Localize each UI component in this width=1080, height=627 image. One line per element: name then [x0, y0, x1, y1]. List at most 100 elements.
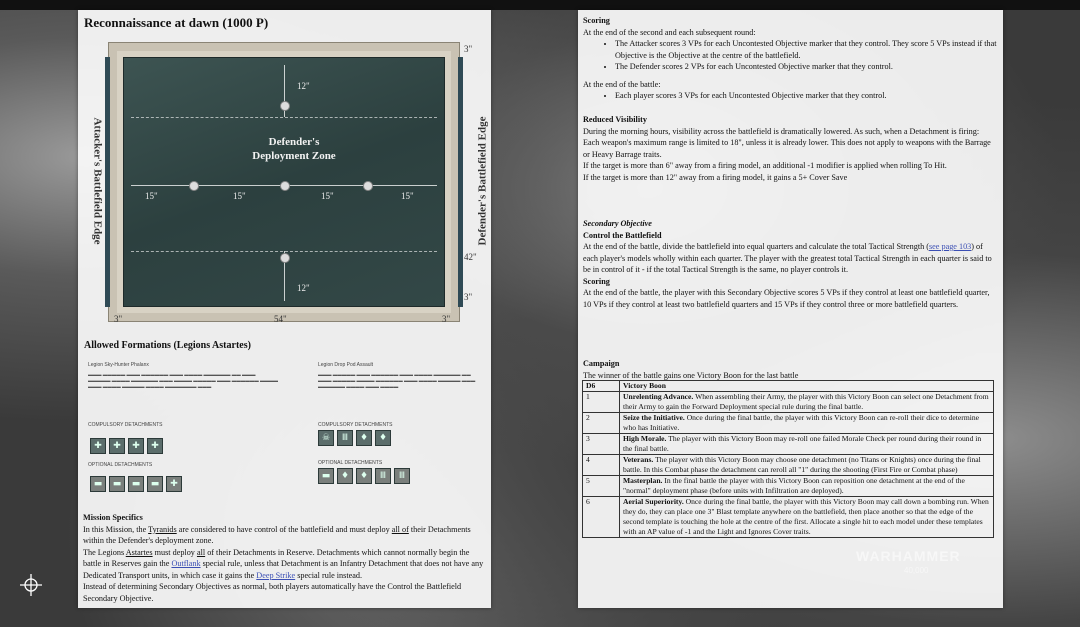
- detachment-icon: ▬: [147, 476, 163, 492]
- detachment-icon: ✚: [147, 438, 163, 454]
- boon-text: Seize the Initiative. Once during the fi…: [619, 412, 994, 434]
- detachment-icon: ♦: [356, 430, 372, 446]
- rv-p1: During the morning hours, visibility acr…: [583, 126, 980, 136]
- boon-roll: 6: [582, 496, 620, 538]
- zone-label-line1: Defender's: [268, 136, 320, 148]
- scoring-bullet-2: The Defender scores 2 VPs for each Uncon…: [615, 61, 998, 73]
- boon-roll: 2: [582, 412, 620, 434]
- dim-h1: 15": [145, 191, 158, 201]
- detachment-icon: Ⅲ: [375, 468, 391, 484]
- deployment-map: 12" 12" 15" 15" 15" 15" Defender's Deplo…: [105, 42, 463, 322]
- formation-1-optional-icons: ▬ ▬ ▬ ▬ ✚: [90, 476, 182, 492]
- detachment-icon: ✚: [90, 438, 106, 454]
- map-dash-top: [131, 117, 437, 118]
- dim-h4: 15": [401, 191, 414, 201]
- scoring-section: Scoring At the end of the second and eac…: [583, 15, 998, 102]
- detachment-icon: Ⅲ: [337, 430, 353, 446]
- formation-2-compulsory-icons: ☠ Ⅲ ♦ ♦: [318, 430, 391, 446]
- formation-2-name: Legion Drop Pod Assault: [318, 362, 374, 368]
- scoring-bullet-1: The Attacker scores 3 VPs for each Uncon…: [615, 38, 998, 61]
- boon-text: Unrelenting Advance. When assembling the…: [619, 391, 994, 413]
- so-scoring: Scoring: [583, 276, 610, 286]
- table-row: 2 Seize the Initiative. Once during the f…: [582, 412, 994, 434]
- objective-marker: [189, 181, 199, 191]
- dim-h2: 15": [233, 191, 246, 201]
- detachment-icon: ✚: [166, 476, 182, 492]
- mission-paragraph-2: The Legions Astartes must deploy all of …: [83, 547, 484, 580]
- deep-strike-link[interactable]: Deep Strike: [256, 571, 295, 580]
- table-row: 5 Masterplan. In the final battle the pla…: [582, 475, 994, 497]
- objective-marker: [280, 101, 290, 111]
- table-row: 4 Veterans. The player with this Victory …: [582, 454, 994, 476]
- so-title: Secondary Objective: [583, 219, 652, 228]
- scoring-title: Scoring: [583, 16, 610, 25]
- scoring-bullet-3: Each player scores 3 VPs for each Uncont…: [615, 90, 998, 102]
- mission-title: Reconnaissance at dawn (1000 P): [84, 15, 269, 30]
- defender-edge-label: Defender's Battlefield Edge: [476, 116, 489, 246]
- rv-p2: Each weapon's maximum range is limited t…: [583, 138, 991, 159]
- boon-text: Masterplan. In the final battle the play…: [619, 475, 994, 497]
- scoring-intro: At the end of the second and each subseq…: [583, 27, 756, 37]
- boon-roll: 5: [582, 475, 620, 497]
- objective-marker: [280, 181, 290, 191]
- dim-right-bottom: 3": [464, 292, 473, 302]
- so-p1: At the end of the battle, divide the bat…: [583, 242, 992, 274]
- formation-1-text: ▬▬▬ ▬▬▬▬▬ ▬▬▬ ▬▬▬▬▬▬ ▬▬▬ ▬▬▬▬ ▬▬▬▬▬▬ ▬▬ …: [88, 372, 279, 389]
- table-header-row: D6 Victory Boon: [582, 380, 994, 392]
- detachment-icon: ☠: [318, 430, 334, 446]
- detachment-icon: ♦: [337, 468, 353, 484]
- left-page: Reconnaissance at dawn (1000 P) 12" 12" …: [78, 10, 491, 608]
- formation-1-name: Legion Sky-Hunter Phalanx: [88, 362, 149, 368]
- scoring-end-list: Each player scores 3 VPs for each Uncont…: [583, 90, 998, 102]
- objective-marker: [280, 253, 290, 263]
- dim-right-mid: 42": [464, 252, 477, 262]
- defender-edge-bar: [458, 57, 463, 307]
- objective-marker: [363, 181, 373, 191]
- watermark-subtitle: 40,000: [904, 566, 929, 575]
- boon-roll: 4: [582, 454, 620, 476]
- campaign-title: Campaign: [583, 359, 620, 368]
- formation-2-optional-icons: ▬ ♦ ♦ Ⅲ Ⅲ: [318, 468, 410, 484]
- so-p2: At the end of the battle, the player wit…: [583, 288, 990, 309]
- dim-h3: 15": [321, 191, 334, 201]
- table-row: 1 Unrelenting Advance. When assembling th…: [582, 391, 994, 413]
- watermark-title: WARHAMMER: [856, 548, 961, 564]
- detachment-icon: ✚: [109, 438, 125, 454]
- campaign-section: Campaign The winner of the battle gains …: [583, 358, 998, 381]
- reduced-visibility-section: Reduced Visibility During the morning ho…: [583, 114, 998, 183]
- scoring-list: The Attacker scores 3 VPs for each Uncon…: [583, 38, 998, 73]
- dim-bottom: 12": [297, 283, 310, 293]
- detachment-icon: ▬: [109, 476, 125, 492]
- detachment-icon: ▬: [318, 468, 334, 484]
- map-dash-bottom: [131, 251, 437, 252]
- crosshair-cursor-icon: [20, 574, 42, 596]
- right-page: Scoring At the end of the second and eac…: [578, 10, 1003, 608]
- zone-label-line2: Deployment Zone: [252, 150, 336, 162]
- formation-2-text: ▬▬▬ ▬▬▬▬▬ ▬▬▬ ▬▬▬▬▬▬ ▬▬▬ ▬▬▬▬ ▬▬▬▬▬▬ ▬▬ …: [318, 372, 476, 389]
- zone-label: Defender's Deployment Zone: [229, 135, 359, 163]
- detachment-icon: ▬: [128, 476, 144, 492]
- scoring-end: At the end of the battle:: [583, 79, 661, 89]
- header-victory-boon: Victory Boon: [619, 380, 994, 392]
- dim-right-top: 3": [464, 44, 473, 54]
- top-bar: [0, 0, 1080, 10]
- formation-1-compulsory-icons: ✚ ✚ ✚ ✚: [90, 438, 163, 454]
- boon-roll: 3: [582, 433, 620, 455]
- boon-text: Aerial Superiority. Once during the fina…: [619, 496, 994, 538]
- formation-1-optional-label: OPTIONAL DETACHMENTS: [88, 462, 153, 468]
- dim-bottom-left: 3": [114, 314, 123, 324]
- victory-boon-table: D6 Victory Boon 1 Unrelenting Advance. Wh…: [582, 380, 994, 538]
- attacker-edge-label: Attacker's Battlefield Edge: [91, 117, 104, 245]
- outflank-link[interactable]: Outflank: [171, 559, 200, 568]
- detachment-icon: Ⅲ: [394, 468, 410, 484]
- detachment-icon: ▬: [90, 476, 106, 492]
- dim-top: 12": [297, 81, 310, 91]
- see-page-link[interactable]: see page 103: [929, 242, 971, 251]
- boon-text: High Morale. The player with this Victor…: [619, 433, 994, 455]
- table-row: 3 High Morale. The player with this Victo…: [582, 433, 994, 455]
- mission-paragraph-3: Instead of determining Secondary Objecti…: [83, 582, 462, 603]
- boon-text: Veterans. The player with this Victory B…: [619, 454, 994, 476]
- boon-roll: 1: [582, 391, 620, 413]
- rv-title: Reduced Visibility: [583, 115, 647, 124]
- formations-title: Allowed Formations (Legions Astartes): [84, 340, 251, 351]
